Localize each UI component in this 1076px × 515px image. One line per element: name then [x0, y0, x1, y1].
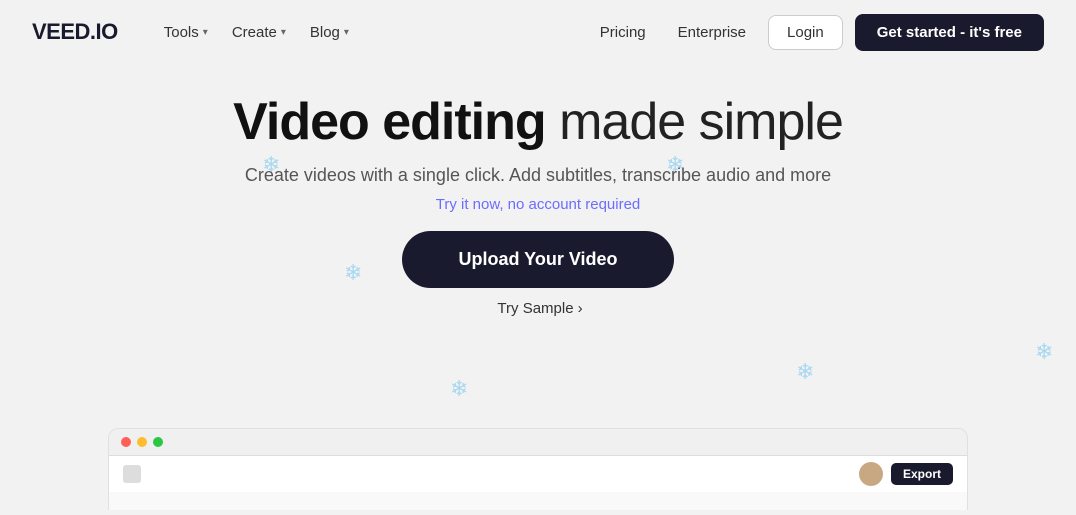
- try-sample-arrow: ›: [578, 300, 583, 317]
- try-sample-link[interactable]: Try Sample ›: [493, 300, 582, 317]
- blog-label: Blog: [310, 24, 340, 41]
- create-label: Create: [232, 24, 277, 41]
- snowflake-icon: ❄: [1035, 339, 1053, 365]
- tools-chevron-icon: ▾: [203, 27, 208, 38]
- window-maximize-dot: [153, 437, 163, 447]
- get-started-button[interactable]: Get started - it's free: [855, 14, 1044, 51]
- app-titlebar: [109, 429, 967, 456]
- nav-links: Tools ▾ Create ▾ Blog ▾: [154, 18, 590, 47]
- hero-subtitle: Create videos with a single click. Add s…: [245, 165, 831, 186]
- pricing-link[interactable]: Pricing: [590, 18, 656, 47]
- hero-title-regular: made simple: [546, 93, 843, 151]
- window-close-dot: [121, 437, 131, 447]
- snowflake-icon: ❄: [450, 376, 468, 402]
- upload-video-button[interactable]: Upload Your Video: [402, 231, 673, 288]
- app-preview-window: Export: [108, 428, 968, 510]
- toolbar-icon-menu: [123, 465, 141, 483]
- export-button[interactable]: Export: [891, 463, 953, 485]
- nav-blog[interactable]: Blog ▾: [300, 18, 359, 47]
- hero-title: Video editing made simple: [233, 94, 843, 151]
- nav-right: Pricing Enterprise Login Get started - i…: [590, 14, 1044, 51]
- app-toolbar: Export: [109, 456, 967, 492]
- nav-create[interactable]: Create ▾: [222, 18, 296, 47]
- user-avatar: [859, 462, 883, 486]
- navbar: VEED.IO Tools ▾ Create ▾ Blog ▾ Pricing …: [0, 0, 1076, 64]
- hero-content: Video editing made simple Create videos …: [0, 64, 1076, 317]
- create-chevron-icon: ▾: [281, 27, 286, 38]
- enterprise-link[interactable]: Enterprise: [668, 18, 756, 47]
- hero-title-bold: Video editing: [233, 93, 546, 151]
- tools-label: Tools: [164, 24, 199, 41]
- snowflake-icon: ❄: [796, 359, 814, 385]
- hero-try-now: Try it now, no account required: [436, 196, 641, 213]
- blog-chevron-icon: ▾: [344, 27, 349, 38]
- hero-section: ❄ ❄ ❄ ❄ ❄ ❄ ❄ ❄ ❄ Video editing made sim…: [0, 64, 1076, 500]
- try-sample-label: Try Sample: [497, 300, 573, 317]
- window-minimize-dot: [137, 437, 147, 447]
- logo[interactable]: VEED.IO: [32, 19, 118, 45]
- login-button[interactable]: Login: [768, 15, 843, 50]
- nav-tools[interactable]: Tools ▾: [154, 18, 218, 47]
